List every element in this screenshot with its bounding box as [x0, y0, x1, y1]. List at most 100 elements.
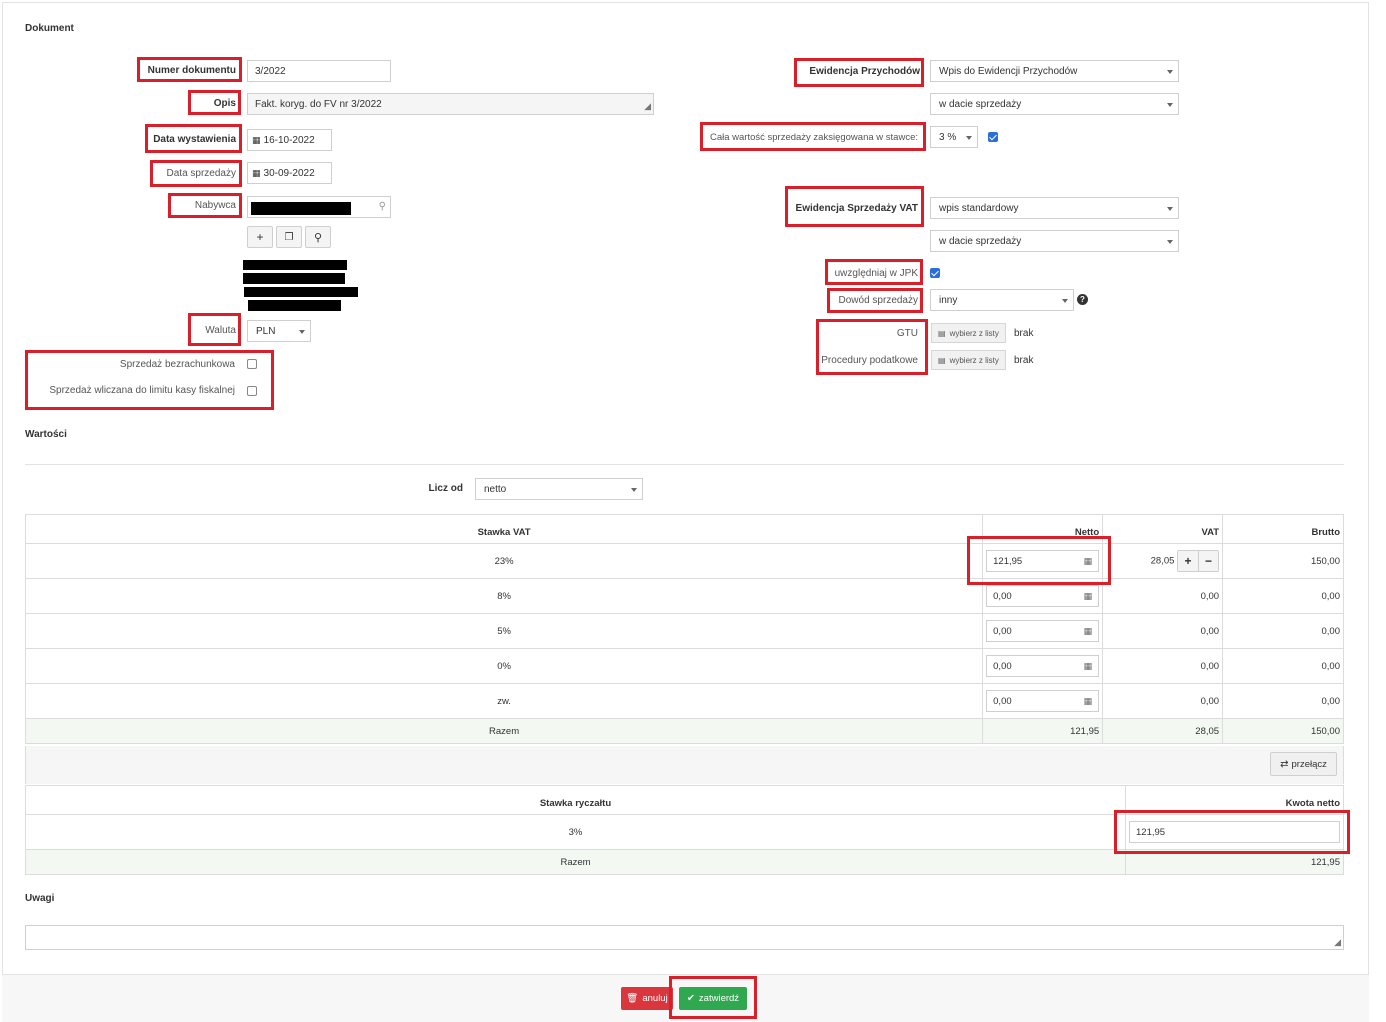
- header-vat: VAT: [1102, 514, 1224, 544]
- anuluj-button[interactable]: 🗑 anuluj: [621, 987, 673, 1010]
- highlight-numer-dokumentu: [137, 57, 242, 82]
- vat-data-select[interactable]: w dacie sprzedaży: [930, 230, 1179, 252]
- procedury-value: brak: [1014, 355, 1034, 366]
- przelacz-button[interactable]: ⇄ przełącz: [1270, 752, 1337, 776]
- resize-handle-icon[interactable]: ◢: [644, 101, 651, 112]
- total-vat: 28,05: [1102, 718, 1224, 744]
- highlight-dowod: [827, 288, 923, 313]
- gtu-value: brak: [1014, 328, 1034, 339]
- procedury-wybierz-button[interactable]: ▤ wybierz z listy: [931, 350, 1006, 370]
- row-stawka: 8%: [24, 578, 984, 614]
- copy-buyer-button[interactable]: ❐: [276, 226, 302, 248]
- divider: [25, 464, 1344, 465]
- highlight-ewidencja-vat: [785, 186, 924, 227]
- netto-input[interactable]: 0,00 ▦: [986, 655, 1100, 677]
- row-stawka: 0%: [24, 648, 984, 684]
- gtu-wybierz-button[interactable]: ▤ wybierz z listy: [931, 323, 1006, 343]
- waluta-select[interactable]: PLN: [247, 320, 311, 342]
- ewidencja-vat-value: wpis standardowy: [939, 202, 1019, 214]
- calculator-icon[interactable]: ▦: [1084, 591, 1093, 602]
- licz-od-label: Licz od: [428, 483, 463, 494]
- total-label: Razem: [24, 718, 984, 744]
- przelacz-label: przełącz: [1291, 758, 1327, 770]
- netto-input[interactable]: 0,00 ▦: [986, 585, 1100, 607]
- ryczalt-stawka: 3%: [25, 814, 1126, 850]
- table-total-row: Razem 121,95 28,05 150,00: [24, 718, 1344, 744]
- calculator-icon[interactable]: ▦: [1084, 661, 1093, 672]
- calculator-icon[interactable]: ▦: [1084, 696, 1093, 707]
- table-row: zw. 0,00 ▦ 0,00 0,00: [24, 683, 1344, 719]
- section-title-document: Dokument: [25, 23, 74, 34]
- ewidencja-vat-select[interactable]: wpis standardowy: [930, 197, 1179, 219]
- copy-icon: ❐: [284, 231, 294, 243]
- dowod-value: inny: [939, 294, 958, 306]
- row-brutto: 0,00: [1222, 613, 1344, 649]
- switch-bar: [25, 746, 1344, 784]
- row-stawka: 23%: [24, 543, 984, 579]
- numer-dokumentu-input[interactable]: 3/2022: [247, 60, 391, 82]
- row-brutto: 150,00: [1222, 543, 1344, 579]
- search-icon[interactable]: ⚲: [379, 201, 386, 212]
- help-icon[interactable]: ?: [1077, 294, 1088, 305]
- netto-value: 0,00: [993, 625, 1012, 637]
- data-sprzedazy-value: 30-09-2022: [263, 167, 315, 179]
- highlight-gtu-procedury: [816, 319, 928, 375]
- licz-od-select[interactable]: netto: [475, 478, 643, 500]
- plus-icon[interactable]: +: [1178, 551, 1199, 571]
- dowod-select[interactable]: inny: [930, 289, 1074, 311]
- jpk-checkbox[interactable]: [930, 268, 940, 278]
- redacted-address-line: [243, 273, 345, 284]
- find-buyer-button[interactable]: ⚲: [305, 226, 331, 248]
- data-wystawienia-input[interactable]: ▦ 16-10-2022: [247, 129, 332, 151]
- highlight-data-sprzedazy: [150, 160, 242, 187]
- data-sprzedazy-input[interactable]: ▦ 30-09-2022: [247, 162, 332, 184]
- section-title-values: Wartości: [25, 429, 67, 440]
- redacted-address-line: [243, 260, 347, 270]
- total-brutto: 150,00: [1222, 718, 1344, 744]
- ryczalt-total-label: Razem: [25, 849, 1126, 875]
- row-vat: 0,00: [1102, 613, 1224, 649]
- row-vat: 0,00: [1102, 578, 1224, 614]
- highlight-ewidencja-przychodow: [794, 58, 924, 87]
- resize-handle-icon[interactable]: ◢: [1334, 937, 1341, 948]
- table-row: 0% 0,00 ▦ 0,00 0,00: [24, 648, 1344, 684]
- add-buyer-button[interactable]: +: [247, 226, 273, 248]
- ewidencja-przychodow-select[interactable]: Wpis do Ewidencji Przychodów: [930, 60, 1179, 82]
- row-vat: 0,00: [1102, 648, 1224, 684]
- netto-input[interactable]: 0,00 ▦: [986, 690, 1100, 712]
- chevron-down-icon: [966, 136, 972, 140]
- table-row: 8% 0,00 ▦ 0,00 0,00: [24, 578, 1344, 614]
- stawka-checkbox[interactable]: [988, 132, 998, 142]
- row-vat: 0,00: [1102, 683, 1224, 719]
- header-brutto: Brutto: [1222, 514, 1344, 544]
- netto-input[interactable]: 0,00 ▦: [986, 620, 1100, 642]
- uwagi-textarea[interactable]: ◢: [25, 925, 1344, 950]
- przychody-data-select[interactable]: w dacie sprzedaży: [930, 93, 1179, 115]
- ewidencja-przychodow-value: Wpis do Ewidencji Przychodów: [939, 65, 1078, 77]
- table-row: 23% 121,95 ▦ 28,05 + − 150,00: [24, 543, 1344, 579]
- stawka-select[interactable]: 3 %: [930, 126, 978, 148]
- gtu-wybierz-label: wybierz z listy: [949, 328, 999, 338]
- licz-od-value: netto: [484, 483, 507, 495]
- calculator-icon[interactable]: ▦: [1084, 626, 1093, 637]
- list-icon: ▤: [938, 355, 946, 365]
- vat-table-header: Stawka VAT Netto VAT Brutto: [24, 514, 1344, 544]
- chevron-down-icon: [1167, 207, 1173, 211]
- row-stawka: 5%: [24, 613, 984, 649]
- procedury-wybierz-label: wybierz z listy: [949, 355, 999, 365]
- stawka-value: 3 %: [939, 131, 957, 143]
- chevron-down-icon: [299, 330, 305, 334]
- minus-icon[interactable]: −: [1198, 551, 1219, 571]
- section-title-notes: Uwagi: [25, 893, 55, 904]
- header-stawka-vat: Stawka VAT: [24, 514, 984, 544]
- chevron-down-icon: [1167, 240, 1173, 244]
- row-vat: 28,05: [1150, 555, 1175, 567]
- redacted-address-line: [244, 287, 358, 297]
- highlight-nabywca: [168, 193, 242, 218]
- vat-adjust: + −: [1177, 550, 1220, 572]
- table-row: 5% 0,00 ▦ 0,00 0,00: [24, 613, 1344, 649]
- highlight-data-wystawienia: [145, 124, 242, 153]
- numer-dokumentu-value: 3/2022: [255, 65, 286, 77]
- highlight-opis: [188, 90, 241, 115]
- opis-textarea[interactable]: Fakt. koryg. do FV nr 3/2022 ◢: [247, 93, 654, 115]
